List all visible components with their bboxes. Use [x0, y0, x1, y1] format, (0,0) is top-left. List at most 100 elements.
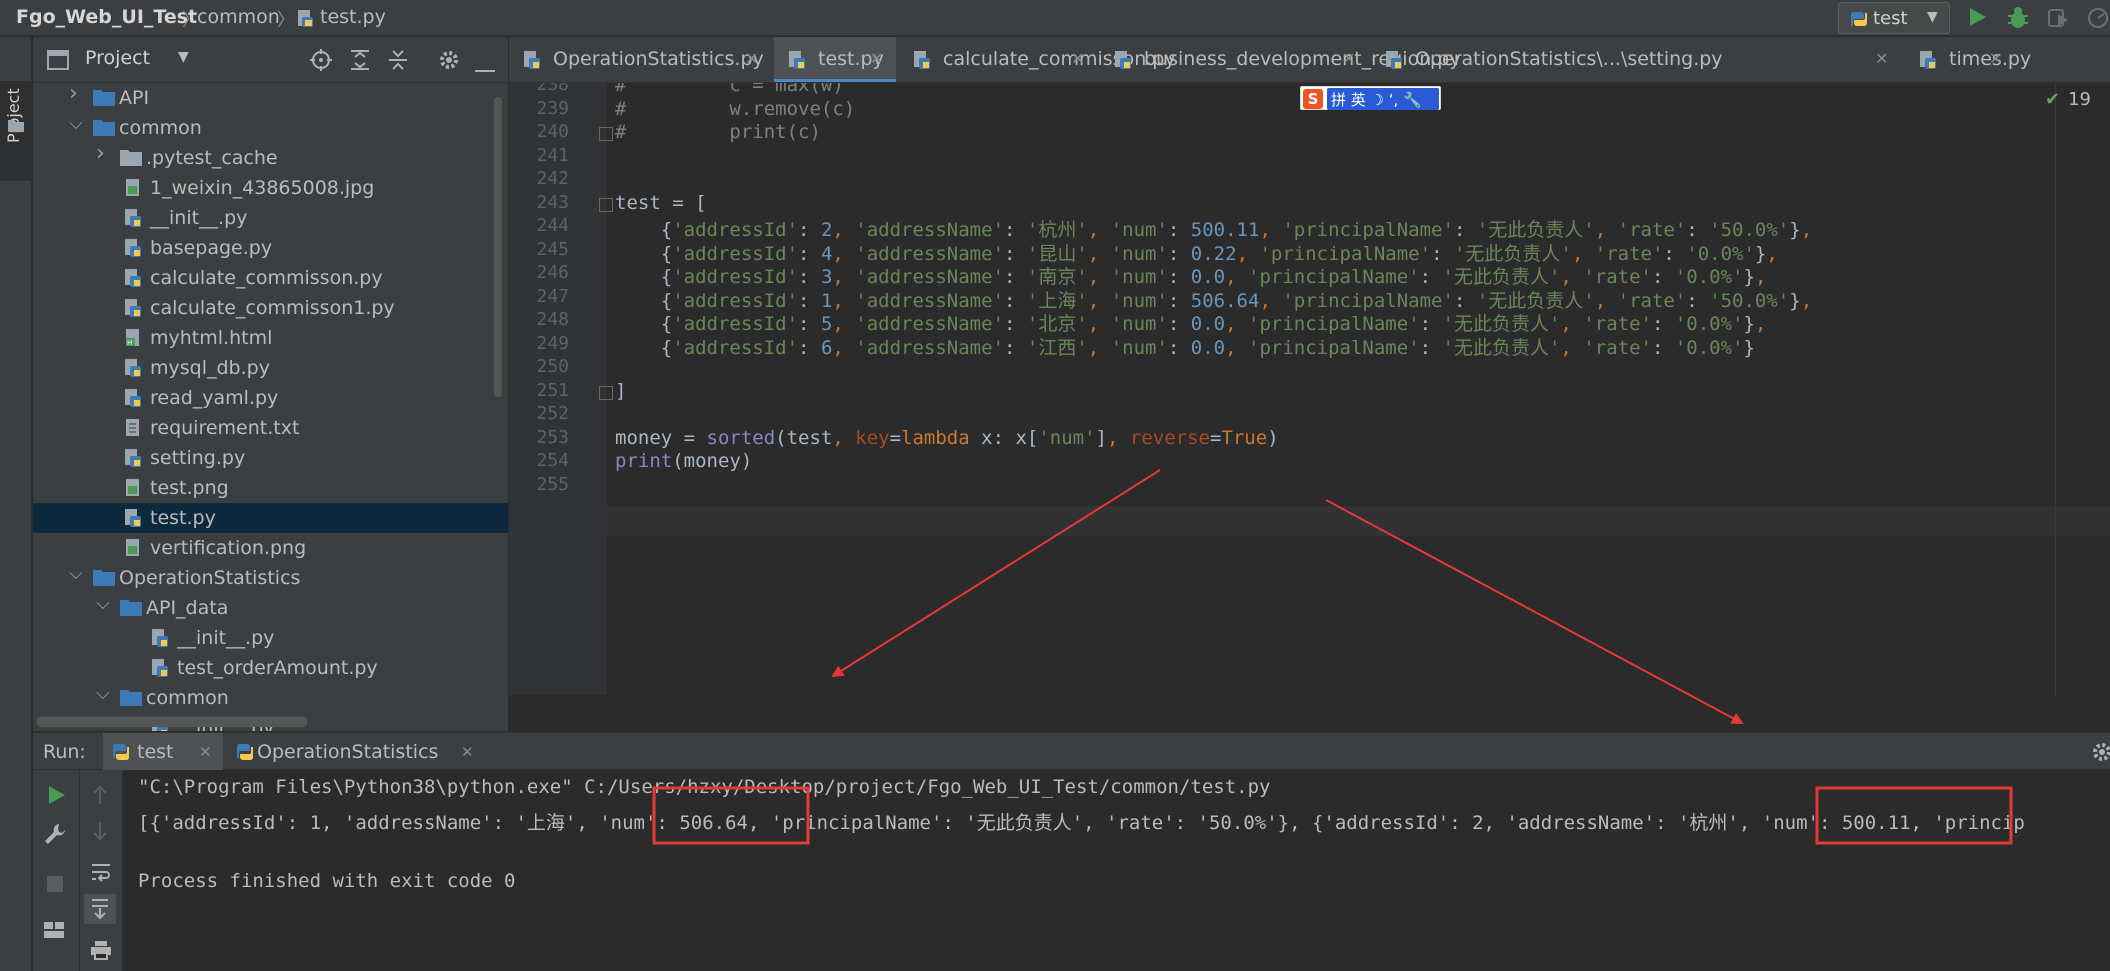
gear-icon[interactable] [2091, 741, 2110, 767]
tree-file-node[interactable]: calculate_commisson.py [33, 263, 508, 293]
fold-marker-icon[interactable] [599, 385, 613, 400]
editor-tab-label: OperationStatistics.py [553, 48, 764, 70]
close-icon[interactable]: ✕ [461, 743, 474, 761]
layout-icon[interactable] [43, 920, 65, 944]
gear-icon[interactable] [437, 48, 461, 76]
python-file-icon [913, 50, 931, 74]
tree-file-node[interactable]: __init__.py [33, 203, 508, 233]
chevron-down-icon[interactable]: ⌵ [69, 563, 83, 584]
coverage-icon[interactable] [2046, 6, 2070, 34]
editor-tab[interactable]: business_development_region.py ✕ [1100, 37, 1461, 82]
html-file-icon: H [124, 328, 142, 352]
tree-file-node[interactable]: __init__.py [33, 623, 508, 653]
close-icon[interactable]: ✕ [1342, 49, 1355, 68]
tree-file-node[interactable]: vertification.png [33, 533, 508, 563]
console-output-line: [{'addressId': 1, 'addressName': '上海', '… [138, 812, 2025, 834]
fold-marker-icon[interactable] [599, 197, 613, 212]
soft-wrap-icon[interactable] [90, 862, 112, 886]
arrow-down-icon[interactable] [90, 820, 110, 846]
locate-file-icon[interactable] [309, 48, 333, 76]
tree-node-label: 1_weixin_43865008.jpg [150, 177, 375, 199]
editor-tab-bar: OperationStatistics.py ✕ test.py ✕ calculate… [509, 37, 2110, 83]
image-file-icon [124, 478, 142, 502]
tree-file-node[interactable]: basepage.py [33, 233, 508, 263]
close-icon[interactable]: ✕ [745, 49, 758, 68]
tree-node-label: API [119, 87, 150, 109]
arrow-up-icon[interactable] [90, 784, 110, 810]
tree-folder-node[interactable]: › API [33, 83, 508, 113]
tree-horizontal-scrollbar[interactable] [37, 717, 307, 727]
inspection-widget[interactable]: ✔ 19 [2045, 89, 2091, 110]
close-icon[interactable]: ✕ [1071, 49, 1084, 68]
tree-folder-node[interactable]: ⌵ OperationStatistics [33, 563, 508, 593]
chevron-down-icon[interactable]: ▼ [178, 49, 189, 65]
project-view-icon [47, 50, 69, 74]
print-icon[interactable] [90, 940, 112, 964]
editor-tab[interactable]: calculate_commisson.py ✕ [899, 37, 1176, 82]
tree-node-label: .pytest_cache [146, 147, 278, 169]
collapse-all-icon[interactable] [387, 48, 409, 76]
close-icon[interactable]: ✕ [870, 49, 883, 68]
run-tab-operationstatistics[interactable]: OperationStatistics ✕ [227, 733, 497, 771]
tree-file-node[interactable]: requirement.txt [33, 413, 508, 443]
tree-folder-node[interactable]: ⌵ API_data [33, 593, 508, 623]
tree-file-node[interactable]: setting.py [33, 443, 508, 473]
folder-icon [93, 568, 115, 590]
line-number: 243 [536, 191, 569, 213]
editor-tab[interactable]: OperationStatistics.py ✕ [509, 37, 771, 82]
wrench-icon[interactable] [43, 822, 67, 850]
tree-node-label: OperationStatistics [119, 567, 301, 589]
folder-icon [93, 88, 115, 110]
tree-file-node[interactable]: test_orderAmount.py [33, 653, 508, 683]
editor-tab-label: OperationStatistics\...\setting.py [1415, 48, 1723, 70]
breadcrumb-project[interactable]: Fgo_Web_UI_Test [16, 6, 197, 28]
editor-tab[interactable]: OperationStatistics\...\setting.py ✕ [1371, 37, 1901, 82]
debug-icon[interactable] [2006, 6, 2030, 34]
tree-folder-node[interactable]: ⌵ common [33, 683, 508, 713]
run-tab-test[interactable]: test ✕ [103, 733, 223, 771]
tree-file-node[interactable]: mysql_db.py [33, 353, 508, 383]
rerun-icon[interactable] [45, 784, 67, 810]
ime-toolbar[interactable]: S 拼 英 ☽ ʻ, 🔧 [1300, 86, 1441, 110]
folder-icon [8, 117, 24, 136]
tree-file-node[interactable]: 1_weixin_43865008.jpg [33, 173, 508, 203]
code-editor[interactable]: 238 239 240 241 242 243 244 245 246 247 248 249 250 2… [509, 83, 2110, 695]
chevron-down-icon: ▼ [1927, 9, 1938, 25]
tree-scrollbar[interactable] [494, 97, 502, 397]
tree-file-node[interactable]: read_yaml.py [33, 383, 508, 413]
tree-node-label: calculate_commisson.py [150, 267, 383, 289]
breadcrumb-folder[interactable]: common [197, 6, 280, 28]
chevron-down-icon[interactable]: ⌵ [96, 683, 110, 704]
close-icon[interactable]: ✕ [1989, 49, 2002, 68]
chevron-right-icon[interactable]: › [69, 83, 78, 106]
tree-node-label: read_yaml.py [150, 387, 279, 409]
run-configuration-selector[interactable]: test ▼ [1838, 2, 1950, 34]
tree-node-label: requirement.txt [150, 417, 300, 439]
run-icon[interactable] [1966, 6, 1988, 32]
fold-marker-icon[interactable] [599, 127, 613, 141]
chevron-down-icon[interactable]: ⌵ [96, 593, 110, 614]
python-icon [1849, 10, 1869, 32]
chevron-right-icon[interactable]: › [96, 141, 105, 166]
editor-tab[interactable]: times.py ✕ [1905, 37, 2031, 82]
tree-file-node[interactable]: test.png [33, 473, 508, 503]
tree-file-node[interactable]: Hmyhtml.html [33, 323, 508, 353]
tree-file-node[interactable]: calculate_commisson1.py [33, 293, 508, 323]
tree-folder-node[interactable]: › .pytest_cache [33, 141, 508, 173]
close-icon[interactable]: ✕ [1875, 49, 1888, 68]
project-panel-title[interactable]: Project [85, 47, 150, 69]
chevron-down-icon[interactable]: ⌵ [69, 113, 83, 134]
tree-node-label: test.py [150, 507, 216, 529]
editor-tab[interactable]: test.py ✕ [774, 37, 896, 82]
stop-icon[interactable] [45, 874, 65, 898]
hide-panel-icon[interactable] [475, 59, 495, 78]
tree-file-node[interactable]: test.py [33, 503, 508, 533]
breadcrumb-file[interactable]: test.py [320, 6, 386, 28]
run-configuration-name: test [1873, 8, 1908, 29]
close-icon[interactable]: ✕ [199, 743, 212, 761]
profile-icon[interactable] [2086, 6, 2110, 34]
run-console-output[interactable]: "C:\Program Files\Python38\python.exe" C… [124, 770, 2110, 971]
expand-all-icon[interactable] [349, 48, 371, 76]
tree-folder-node[interactable]: ⌵ common [33, 113, 508, 143]
scroll-to-end-icon[interactable] [84, 894, 116, 924]
